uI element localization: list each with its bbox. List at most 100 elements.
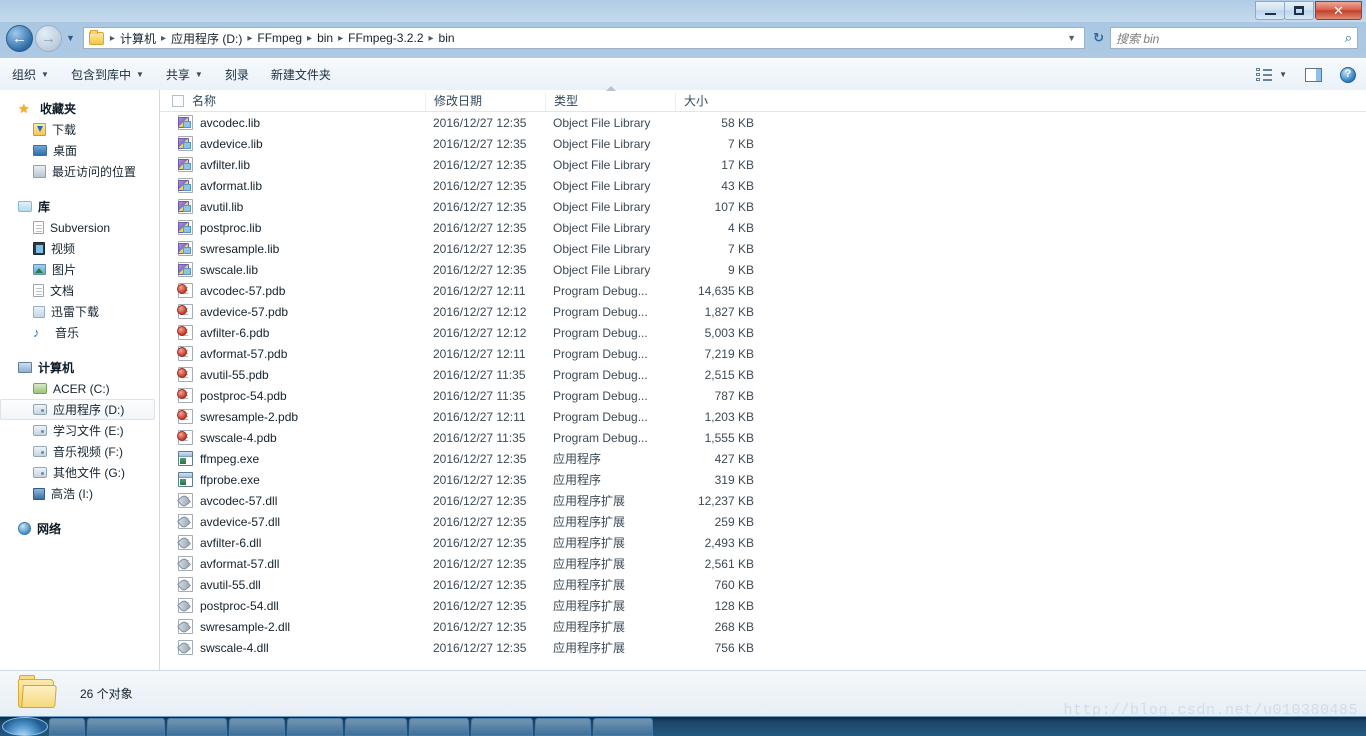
- sidebar-item-videos[interactable]: 视频: [0, 238, 159, 259]
- forward-button[interactable]: →: [35, 24, 62, 52]
- table-row[interactable]: swresample.lib 2016/12/27 12:35 Object Fil…: [160, 238, 1366, 259]
- table-row[interactable]: avutil-55.dll 2016/12/27 12:35 应用程序扩展 760 K…: [160, 574, 1366, 595]
- taskbar-item[interactable]: [229, 718, 285, 736]
- select-all-checkbox[interactable]: [172, 94, 184, 107]
- organize-button[interactable]: 组织 ▼: [2, 63, 59, 87]
- table-row[interactable]: swresample-2.pdb 2016/12/27 12:11 Program …: [160, 406, 1366, 427]
- table-row[interactable]: avdevice-57.pdb 2016/12/27 12:12 Program D…: [160, 301, 1366, 322]
- sidebar-item-pictures[interactable]: 图片: [0, 259, 159, 280]
- network-icon: [18, 522, 31, 535]
- share-button[interactable]: 共享 ▼: [156, 63, 213, 87]
- sidebar-item-subversion[interactable]: Subversion: [0, 217, 159, 238]
- folder-icon: [88, 29, 104, 45]
- burn-button[interactable]: 刻录: [215, 63, 259, 87]
- table-row[interactable]: avfilter-6.dll 2016/12/27 12:35 应用程序扩展 2,49…: [160, 532, 1366, 553]
- file-type-cell: 应用程序扩展: [553, 620, 626, 634]
- breadcrumb-item-0[interactable]: 计算机: [117, 28, 159, 49]
- sidebar-item-drive-i[interactable]: 高浩 (I:): [0, 483, 159, 504]
- table-row[interactable]: postproc.lib 2016/12/27 12:35 Object File …: [160, 217, 1366, 238]
- taskbar-item[interactable]: [409, 718, 469, 736]
- breadcrumb-item-5[interactable]: bin: [436, 29, 458, 47]
- column-header-size[interactable]: 大小: [675, 93, 760, 111]
- table-row[interactable]: avcodec-57.pdb 2016/12/27 12:11 Program De…: [160, 280, 1366, 301]
- sidebar-group-favorites[interactable]: ★ 收藏夹: [0, 98, 159, 119]
- close-button[interactable]: ✕: [1315, 1, 1362, 20]
- table-row[interactable]: swscale-4.pdb 2016/12/27 11:35 Program Deb…: [160, 427, 1366, 448]
- table-row[interactable]: ffprobe.exe 2016/12/27 12:35 应用程序 319 KB: [160, 469, 1366, 490]
- table-row[interactable]: avfilter-6.pdb 2016/12/27 12:12 Program De…: [160, 322, 1366, 343]
- sidebar-item-downloads[interactable]: 下载: [0, 119, 159, 140]
- file-name-label: postproc.lib: [200, 220, 262, 235]
- address-dropdown-icon[interactable]: ▼: [1061, 33, 1082, 43]
- back-button[interactable]: ←: [6, 24, 33, 52]
- sidebar-item-music[interactable]: ♪ 音乐: [0, 322, 159, 343]
- sidebar-item-desktop[interactable]: 桌面: [0, 140, 159, 161]
- taskbar-item[interactable]: [49, 718, 85, 736]
- new-folder-button[interactable]: 新建文件夹: [261, 63, 341, 87]
- table-row[interactable]: avfilter.lib 2016/12/27 12:35 Object File …: [160, 154, 1366, 175]
- history-dropdown-icon[interactable]: ▼: [66, 33, 75, 43]
- taskbar-item[interactable]: [87, 718, 165, 736]
- sidebar-group-libraries[interactable]: 库: [0, 196, 159, 217]
- file-size-cell: 756 KB: [714, 640, 754, 655]
- table-row[interactable]: avformat-57.pdb 2016/12/27 12:11 Program D…: [160, 343, 1366, 364]
- table-row[interactable]: swscale.lib 2016/12/27 12:35 Object File L…: [160, 259, 1366, 280]
- sidebar-item-recent-places[interactable]: 最近访问的位置: [0, 161, 159, 182]
- breadcrumb-item-2[interactable]: FFmpeg: [254, 29, 305, 47]
- table-row[interactable]: postproc-54.dll 2016/12/27 12:35 应用程序扩展 128…: [160, 595, 1366, 616]
- minimize-button[interactable]: [1255, 1, 1285, 20]
- file-type-cell: Object File Library: [553, 262, 651, 277]
- sidebar-item-thunder-download[interactable]: 迅雷下载: [0, 301, 159, 322]
- breadcrumb-item-1[interactable]: 应用程序 (D:): [168, 28, 245, 49]
- maximize-button[interactable]: [1284, 1, 1314, 20]
- sidebar-item-drive-g[interactable]: 其他文件 (G:): [0, 462, 159, 483]
- chevron-down-icon: ▼: [41, 70, 49, 79]
- breadcrumb-item-3[interactable]: bin: [314, 29, 336, 47]
- table-row[interactable]: avutil-55.pdb 2016/12/27 11:35 Program Deb…: [160, 364, 1366, 385]
- view-chevron-down-icon[interactable]: ▼: [1279, 70, 1287, 79]
- taskbar-item[interactable]: [167, 718, 227, 736]
- sidebar-item-drive-c[interactable]: ACER (C:): [0, 378, 159, 399]
- refresh-icon[interactable]: ↻: [1087, 30, 1110, 46]
- column-header-label: 类型: [554, 94, 579, 108]
- include-in-library-button[interactable]: 包含到库中 ▼: [61, 63, 154, 87]
- breadcrumb-item-4[interactable]: FFmpeg-3.2.2: [345, 29, 426, 47]
- table-row[interactable]: ffmpeg.exe 2016/12/27 12:35 应用程序 427 KB: [160, 448, 1366, 469]
- table-row[interactable]: postproc-54.pdb 2016/12/27 11:35 Program D…: [160, 385, 1366, 406]
- dll-file-icon: [178, 577, 193, 592]
- file-type-cell: 应用程序扩展: [553, 515, 626, 529]
- sidebar-item-drive-d[interactable]: 应用程序 (D:): [0, 399, 155, 420]
- table-row[interactable]: swresample-2.dll 2016/12/27 12:35 应用程序扩展 26…: [160, 616, 1366, 637]
- table-row[interactable]: swscale-4.dll 2016/12/27 12:35 应用程序扩展 756 K…: [160, 637, 1366, 658]
- taskbar-item[interactable]: [471, 718, 533, 736]
- sidebar-group-network[interactable]: 网络: [0, 518, 159, 539]
- file-date-cell: 2016/12/27 12:35: [433, 136, 527, 151]
- preview-pane-icon[interactable]: [1305, 67, 1322, 82]
- search-input[interactable]: 搜索 bin ⌕: [1110, 27, 1358, 49]
- taskbar-item[interactable]: [287, 718, 343, 736]
- table-row[interactable]: avdevice.lib 2016/12/27 12:35 Object File …: [160, 133, 1366, 154]
- taskbar-item[interactable]: [535, 718, 591, 736]
- address-bar[interactable]: ▸ 计算机 ▸ 应用程序 (D:) ▸ FFmpeg ▸ bin ▸ FFmpe…: [82, 27, 1086, 49]
- help-icon[interactable]: ?: [1340, 66, 1356, 83]
- table-row[interactable]: avformat-57.dll 2016/12/27 12:35 应用程序扩展 2,5…: [160, 553, 1366, 574]
- column-header-name[interactable]: 名称: [160, 93, 425, 111]
- sidebar-group-label: 收藏夹: [40, 102, 77, 116]
- table-row[interactable]: avdevice-57.dll 2016/12/27 12:35 应用程序扩展 259…: [160, 511, 1366, 532]
- start-button[interactable]: [2, 717, 48, 736]
- sidebar-item-documents[interactable]: 文档: [0, 280, 159, 301]
- table-row[interactable]: avformat.lib 2016/12/27 12:35 Object File …: [160, 175, 1366, 196]
- file-name-label: swscale.lib: [200, 262, 259, 277]
- sidebar-group-computer[interactable]: 计算机: [0, 357, 159, 378]
- table-row[interactable]: avutil.lib 2016/12/27 12:35 Object File Li…: [160, 196, 1366, 217]
- table-row[interactable]: avcodec-57.dll 2016/12/27 12:35 应用程序扩展 12,2…: [160, 490, 1366, 511]
- search-icon[interactable]: ⌕: [1345, 30, 1352, 46]
- taskbar-item[interactable]: [593, 718, 653, 736]
- view-options-icon[interactable]: [1256, 67, 1273, 82]
- column-header-type[interactable]: 类型: [545, 86, 675, 111]
- sidebar-item-drive-f[interactable]: 音乐视频 (F:): [0, 441, 159, 462]
- sidebar-item-drive-e[interactable]: 学习文件 (E:): [0, 420, 159, 441]
- column-header-date[interactable]: 修改日期: [425, 93, 545, 111]
- table-row[interactable]: avcodec.lib 2016/12/27 12:35 Object File L…: [160, 112, 1366, 133]
- taskbar-item[interactable]: [345, 718, 407, 736]
